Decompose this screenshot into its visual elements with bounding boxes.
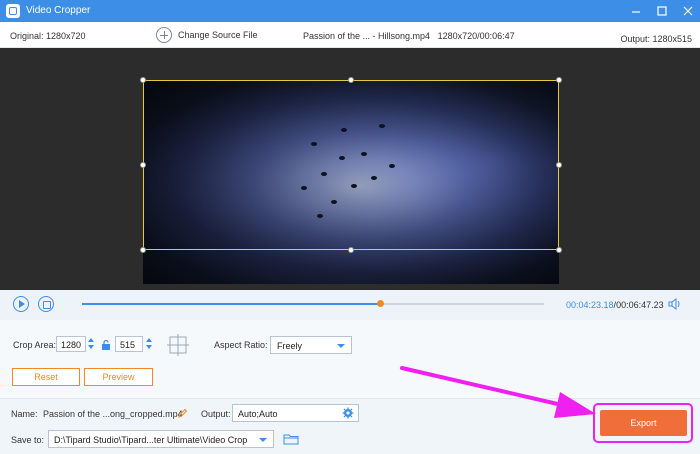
name-label: Name:: [11, 409, 38, 419]
window-title: Video Cropper: [26, 5, 91, 16]
output-format-field[interactable]: Auto;Auto: [232, 404, 359, 422]
volume-icon[interactable]: [668, 298, 682, 310]
crop-width-stepper[interactable]: [87, 337, 95, 351]
file-info: Passion of the ... - Hillsong.mp4 1280x7…: [303, 31, 515, 41]
save-path-select[interactable]: D:\Tipard Studio\Tipard...ter Ultimate\V…: [48, 430, 274, 448]
crop-handle-top-left[interactable]: [140, 77, 146, 83]
time-display: 00:04:23.18/00:06:47.23: [566, 300, 664, 310]
crop-height-input[interactable]: 515: [115, 336, 143, 352]
seek-thumb[interactable]: [377, 300, 385, 307]
save-to-label: Save to:: [11, 435, 45, 445]
title-bar: Video Cropper: [0, 0, 700, 22]
minimize-icon[interactable]: [628, 3, 644, 19]
current-time: 00:04:23.18: [566, 300, 614, 310]
output-format-value: Auto;Auto: [238, 409, 278, 419]
info-bar: Original: 1280x720 Change Source File Pa…: [0, 22, 700, 48]
export-button[interactable]: Export: [600, 410, 687, 436]
crop-handle-bottom-left[interactable]: [140, 247, 146, 253]
crop-settings-panel: Crop Area: 1280 515 Aspect Ratio: Freely…: [0, 320, 700, 398]
chevron-down-icon: [259, 438, 267, 442]
add-circle-icon: [156, 27, 172, 43]
crop-height-stepper[interactable]: [145, 337, 153, 351]
crop-selection-frame[interactable]: [143, 80, 559, 250]
aspect-ratio-select[interactable]: Freely: [270, 336, 352, 354]
crop-handle-top[interactable]: [348, 77, 354, 83]
lock-ratio-icon[interactable]: [101, 340, 111, 350]
save-path-value: D:\Tipard Studio\Tipard...ter Ultimate\V…: [54, 435, 248, 445]
play-icon[interactable]: [13, 296, 29, 312]
output-format-label: Output:: [201, 409, 231, 419]
close-icon[interactable]: [680, 3, 696, 19]
maximize-icon[interactable]: [654, 3, 670, 19]
preview-button[interactable]: Preview: [84, 368, 153, 386]
crop-handle-top-right[interactable]: [556, 77, 562, 83]
change-source-button[interactable]: Change Source File: [156, 26, 258, 44]
app-logo-icon: [6, 4, 20, 18]
crop-handle-bottom-right[interactable]: [556, 247, 562, 253]
playback-bar: 00:04:23.18/00:06:47.23: [0, 290, 700, 320]
crop-handle-bottom[interactable]: [348, 247, 354, 253]
seek-progress: [82, 303, 381, 305]
crop-handle-right[interactable]: [556, 162, 562, 168]
change-source-label: Change Source File: [178, 30, 258, 40]
output-resolution: Output: 1280x515: [620, 34, 692, 44]
stop-icon[interactable]: [38, 296, 54, 312]
video-preview-area: [0, 48, 700, 290]
file-meta: 1280x720/00:06:47: [437, 31, 515, 41]
crop-width-input[interactable]: 1280: [56, 336, 86, 352]
folder-icon[interactable]: [283, 433, 299, 445]
aspect-ratio-label: Aspect Ratio:: [214, 340, 268, 350]
aspect-ratio-value: Freely: [277, 341, 303, 351]
file-name: Passion of the ... - Hillsong.mp4: [303, 31, 431, 41]
reset-button[interactable]: Reset: [12, 368, 80, 386]
edit-pencil-icon[interactable]: [178, 408, 188, 418]
chevron-down-icon: [337, 344, 345, 348]
crop-handle-left[interactable]: [140, 162, 146, 168]
output-file-name: Passion of the ...ong_cropped.mp4: [43, 409, 183, 419]
gear-icon[interactable]: [342, 407, 354, 419]
original-resolution: Original: 1280x720: [10, 31, 86, 41]
center-crosshair-icon[interactable]: [166, 333, 190, 357]
crop-area-label: Crop Area:: [13, 340, 57, 350]
total-time: 00:06:47.23: [616, 300, 664, 310]
seek-slider[interactable]: [82, 300, 544, 307]
